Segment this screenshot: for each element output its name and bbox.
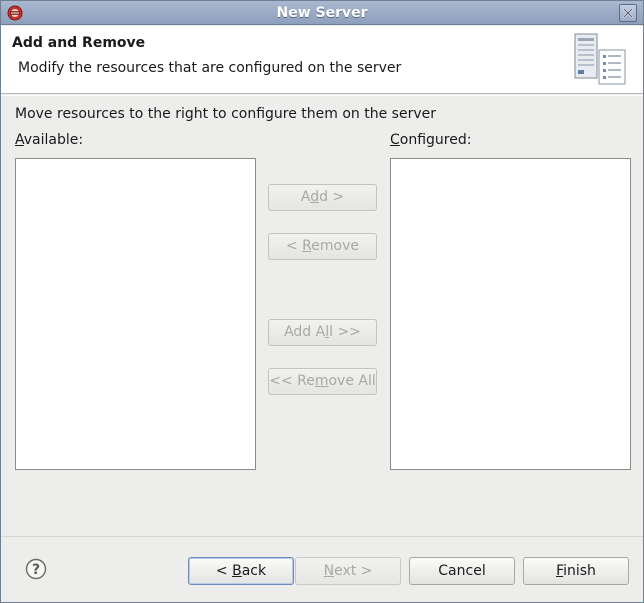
page-description: Modify the resources that are configured… xyxy=(18,60,402,76)
page-title: Add and Remove xyxy=(12,35,146,51)
available-label-text: vailable: xyxy=(23,132,84,148)
available-label: Available: xyxy=(15,132,83,148)
available-label-mnemonic: A xyxy=(15,132,24,148)
close-button[interactable] xyxy=(619,4,637,22)
cancel-button[interactable]: Cancel xyxy=(409,557,515,585)
back-button[interactable]: < Back xyxy=(188,557,294,585)
footer-divider xyxy=(1,536,643,537)
window-title: New Server xyxy=(276,5,368,21)
new-server-dialog: New Server Add and Remove Modify the res… xyxy=(0,0,644,603)
configured-label-text: onfigured: xyxy=(399,132,472,148)
configured-label-mnemonic: C xyxy=(390,132,400,148)
next-button[interactable]: Next > xyxy=(295,557,401,585)
configured-label: Configured: xyxy=(390,132,471,148)
remove-all-button[interactable]: << Remove All xyxy=(268,368,377,395)
wizard-header: Add and Remove Modify the resources that… xyxy=(1,26,643,94)
add-button[interactable]: Add > xyxy=(268,184,377,211)
available-list[interactable] xyxy=(15,158,256,470)
add-all-button[interactable]: Add All >> xyxy=(268,319,377,346)
title-bar[interactable]: New Server xyxy=(1,1,643,25)
help-icon[interactable]: ? xyxy=(25,558,47,580)
svg-text:?: ? xyxy=(32,562,40,578)
close-icon xyxy=(623,8,633,18)
header-divider xyxy=(1,95,643,96)
server-wizard-icon xyxy=(574,33,626,85)
remove-button[interactable]: < Remove xyxy=(268,233,377,260)
configured-list[interactable] xyxy=(390,158,631,470)
finish-button[interactable]: Finish xyxy=(523,557,629,585)
instruction-text: Move resources to the right to configure… xyxy=(15,106,436,122)
